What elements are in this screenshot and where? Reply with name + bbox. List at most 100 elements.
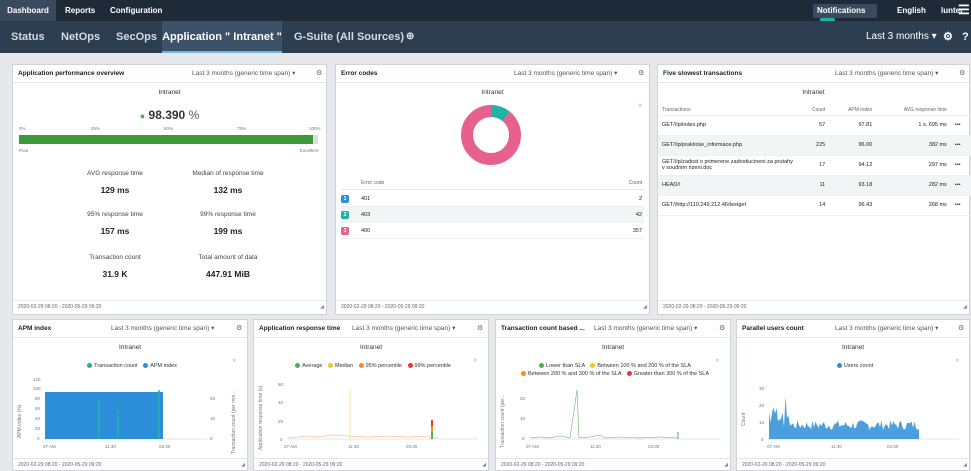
transaction-name: GET//ip/zadost o primerene zadostiucinen…: [658, 155, 798, 176]
resize-handle-icon[interactable]: ◢: [320, 304, 324, 310]
notifications-button[interactable]: Notifications9+: [813, 4, 877, 32]
legend-item[interactable]: Between 200 % and 300 % of the SLA: [528, 371, 621, 377]
resize-handle-icon[interactable]: ◢: [963, 304, 967, 310]
menu-dashboard[interactable]: Dashboard: [0, 0, 56, 21]
period-selector[interactable]: Last 3 months (generic time span) ▾: [111, 320, 214, 338]
lower-than-sla-line: [530, 389, 679, 439]
table-row[interactable]: GET//ip/prakticke_informace.php 225 96.0…: [658, 135, 971, 156]
table-row[interactable]: HEAD// 11 93.18 282 ms •••: [658, 175, 971, 196]
col-transactions: Transactions: [658, 105, 798, 116]
legend-item[interactable]: Lower than SLA: [546, 363, 585, 369]
y-tick: 100: [33, 386, 41, 391]
gear-icon[interactable]: ⚙: [638, 65, 644, 83]
legend-item[interactable]: Between 100 % and 200 % of the SLA: [597, 363, 691, 369]
global-period-selector[interactable]: Last 3 months ▾: [866, 21, 937, 53]
error-row[interactable]: 1 401 2: [341, 191, 644, 207]
resize-handle-icon[interactable]: ◢: [963, 462, 967, 468]
y-tick: 20: [520, 396, 526, 401]
tab-gsuite[interactable]: G-Suite (All Sources): [294, 21, 404, 53]
menu-configuration[interactable]: Configuration: [110, 0, 162, 21]
notifications-label: Notifications: [817, 6, 866, 15]
col-actions: [950, 105, 971, 116]
col-count: Count: [628, 180, 642, 186]
legend-dot: [520, 371, 526, 377]
panel-parallel-users: Parallel users count Last 3 months (gene…: [736, 319, 970, 471]
average-line: [288, 434, 439, 439]
x-tick: 11:30: [590, 444, 601, 449]
transaction-apm: 97.81: [829, 115, 877, 136]
legend-item[interactable]: Median: [335, 363, 353, 369]
transaction-count: 17: [798, 155, 830, 176]
gear-icon[interactable]: ⚙: [719, 320, 725, 338]
panel-title: Error codes: [341, 70, 378, 77]
apm-score-value: 98.390: [148, 108, 186, 122]
gear-icon[interactable]: ⚙: [236, 320, 242, 338]
gear-icon[interactable]: ⚙: [316, 65, 322, 83]
legend-item[interactable]: 95% percentile: [366, 363, 402, 369]
resize-handle-icon[interactable]: ◢: [241, 462, 245, 468]
period-selector[interactable]: Last 3 months (generic time span) ▾: [192, 65, 295, 83]
tab-netops[interactable]: NetOps: [61, 21, 100, 53]
legend-item[interactable]: 99% percentile: [415, 363, 451, 369]
x-tick: 07 AM: [284, 444, 297, 449]
table-row[interactable]: GET//http://110.249.212.46/testget 14 96…: [658, 195, 971, 216]
error-row[interactable]: 3 400 357: [341, 223, 644, 239]
add-tab-icon[interactable]: ⊕: [406, 21, 414, 53]
help-icon[interactable]: ?: [962, 21, 969, 53]
y-tick: 10: [759, 420, 765, 425]
tab-status[interactable]: Status: [11, 21, 45, 53]
error-index-badge: 3: [341, 227, 349, 235]
resize-handle-icon[interactable]: ◢: [482, 462, 486, 468]
panel-footer-range: 2020-02-29 08:20 - 2020-05-29 09:20: [18, 304, 102, 310]
gear-icon[interactable]: ⚙: [958, 320, 964, 338]
resize-handle-icon[interactable]: ◢: [724, 462, 728, 468]
menu-reports[interactable]: Reports: [65, 0, 95, 21]
scale-tick: 100%: [309, 126, 321, 131]
more-icon[interactable]: •••: [950, 195, 971, 216]
table-row[interactable]: GET//ip/zadost o primerene zadostiucinen…: [658, 155, 971, 176]
gear-icon[interactable]: ⚙: [943, 21, 953, 53]
more-icon[interactable]: •••: [950, 115, 971, 136]
legend-item[interactable]: Users count: [844, 363, 873, 369]
more-icon[interactable]: •••: [950, 175, 971, 196]
tab-application-intranet[interactable]: Application " Intranet ": [162, 21, 282, 53]
resize-handle-icon[interactable]: ◢: [643, 304, 647, 310]
close-icon[interactable]: ×: [638, 101, 643, 110]
more-icon[interactable]: •••: [950, 155, 971, 176]
period-selector[interactable]: Last 3 months (generic time span) ▾: [352, 320, 455, 338]
apm-progress-bar: [19, 135, 318, 144]
divider: [336, 300, 649, 301]
legend-item[interactable]: APM index: [150, 363, 177, 369]
transaction-apm: 93.18: [829, 175, 877, 196]
panel-footer-range: 2020-02-29 08:20 - 2020-05-29 09:20: [259, 462, 343, 468]
period-selector[interactable]: Last 3 months (generic time span) ▾: [835, 65, 938, 83]
panel-error-codes: Error codes Last 3 months (generic time …: [335, 64, 650, 315]
gear-icon[interactable]: ⚙: [959, 65, 965, 83]
error-row[interactable]: 2 403 42: [341, 207, 644, 223]
metric-value: 132 ms: [213, 185, 243, 195]
panel-subtitle: Intranet: [601, 344, 625, 351]
period-selector[interactable]: Last 3 months (generic time span) ▾: [594, 320, 697, 338]
period-selector[interactable]: Last 3 months (generic time span) ▾: [514, 65, 617, 83]
legend-item[interactable]: Average: [302, 363, 322, 369]
x-tick: 03:30: [648, 444, 660, 449]
hamburger-menu-icon[interactable]: ☰: [958, 0, 970, 21]
transaction-name: GET//ip/prakticke_informace.php: [658, 135, 798, 156]
col-error-code: Error code: [361, 180, 385, 186]
language-selector[interactable]: English: [897, 0, 926, 21]
divider: [13, 458, 247, 459]
table-row[interactable]: GET//ip/index.php 57 97.81 1 s, 695 ms •…: [658, 115, 971, 136]
more-icon[interactable]: •••: [950, 135, 971, 156]
gear-icon[interactable]: ⚙: [477, 320, 483, 338]
donut-slice-400[interactable]: [461, 105, 521, 165]
panel-header: APM index Last 3 months (generic time sp…: [13, 320, 247, 338]
tab-secops[interactable]: SecOps: [116, 21, 157, 53]
legend-item[interactable]: Greater than 300 % of the SLA: [634, 371, 709, 377]
panel-footer-range: 2020-02-29 08:20 - 2020-05-29 09:20: [501, 462, 585, 468]
period-selector[interactable]: Last 3 months (generic time span) ▾: [835, 320, 938, 338]
y-tick: 20: [278, 419, 284, 424]
legend-item[interactable]: Transaction count: [94, 363, 138, 369]
legend-dot: [295, 363, 301, 369]
apm-score-unit: %: [188, 108, 200, 122]
divider: [658, 300, 969, 301]
